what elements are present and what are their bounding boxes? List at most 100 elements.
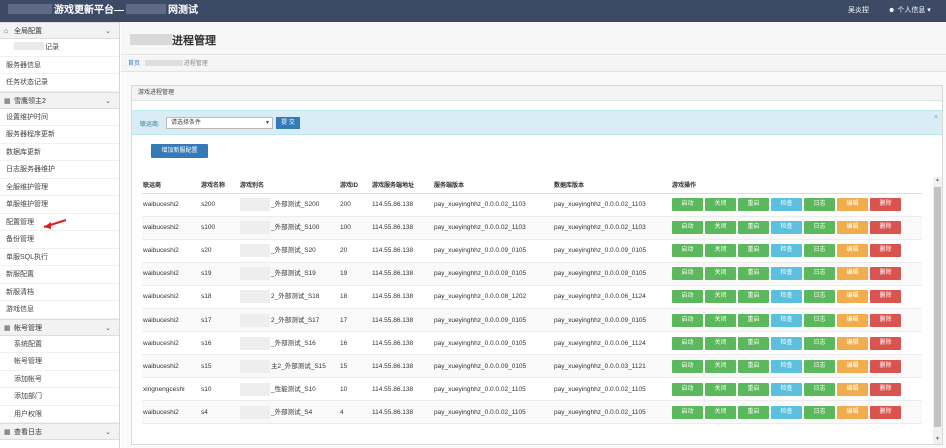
action-button-0[interactable]: 启动 (672, 382, 703, 396)
sidebar-section-logs[interactable]: ▦ 查看日志 ⌄ (0, 423, 119, 440)
scroll-up-icon[interactable]: ▲ (933, 177, 942, 185)
close-icon[interactable]: × (934, 114, 938, 121)
action-button-4[interactable]: 日志 (804, 267, 835, 281)
action-button-0[interactable]: 启动 (672, 359, 703, 373)
sidebar-item-task-status[interactable]: 任务状态记录 (0, 74, 119, 92)
sidebar-item-maintenance-time[interactable]: 设置维护时间 (0, 109, 119, 126)
action-button-4[interactable]: 日志 (804, 244, 835, 258)
action-button-3[interactable]: 检查 (771, 313, 802, 327)
sidebar-section-account[interactable]: ▦ 帐号管理 ⌄ (0, 318, 119, 336)
action-button-1[interactable]: 关闭 (705, 267, 736, 281)
action-button-3[interactable]: 检查 (771, 405, 802, 419)
action-button-2[interactable]: 重启 (738, 198, 769, 212)
action-button-6[interactable]: 删除 (870, 313, 901, 327)
action-button-1[interactable]: 关闭 (705, 221, 736, 235)
action-button-1[interactable]: 关闭 (705, 336, 736, 350)
action-button-1[interactable]: 关闭 (705, 290, 736, 304)
operator-select[interactable]: 请选择条件 ▾ (166, 117, 273, 129)
action-button-3[interactable]: 检查 (771, 244, 802, 258)
action-button-1[interactable]: 关闭 (705, 382, 736, 396)
action-button-2[interactable]: 重启 (738, 267, 769, 281)
action-button-6[interactable]: 删除 (870, 244, 901, 258)
action-button-1[interactable]: 关闭 (705, 405, 736, 419)
action-button-2[interactable]: 重启 (738, 290, 769, 304)
action-button-0[interactable]: 启动 (672, 267, 703, 281)
action-button-4[interactable]: 日志 (804, 336, 835, 350)
action-button-3[interactable]: 检查 (771, 267, 802, 281)
sidebar-item-single-maintenance[interactable]: 单服维护管理 (0, 196, 119, 214)
action-button-3[interactable]: 检查 (771, 290, 802, 304)
action-button-6[interactable]: 删除 (870, 267, 901, 281)
action-button-1[interactable]: 关闭 (705, 359, 736, 373)
action-button-5[interactable]: 编辑 (837, 336, 868, 350)
action-button-6[interactable]: 删除 (870, 359, 901, 373)
action-button-6[interactable]: 删除 (870, 198, 901, 212)
action-button-0[interactable]: 启动 (672, 244, 703, 258)
sidebar-item-all-maintenance[interactable]: 全服维护管理 (0, 179, 119, 196)
action-button-6[interactable]: 删除 (870, 290, 901, 304)
action-button-3[interactable]: 检查 (771, 359, 802, 373)
action-button-5[interactable]: 编辑 (837, 221, 868, 235)
action-button-5[interactable]: 编辑 (837, 313, 868, 327)
action-button-5[interactable]: 编辑 (837, 290, 868, 304)
action-button-2[interactable]: 重启 (738, 221, 769, 235)
sidebar-section-game[interactable]: ▦ 雪鹰领主2 ⌄ (0, 91, 119, 109)
action-button-4[interactable]: 日志 (804, 359, 835, 373)
action-button-6[interactable]: 删除 (870, 336, 901, 350)
action-button-5[interactable]: 编辑 (837, 267, 868, 281)
action-button-5[interactable]: 编辑 (837, 405, 868, 419)
sidebar-item-add-department[interactable]: 添加部门 (0, 388, 119, 406)
action-button-2[interactable]: 重启 (738, 382, 769, 396)
action-button-2[interactable]: 重启 (738, 359, 769, 373)
action-button-1[interactable]: 关闭 (705, 198, 736, 212)
action-button-4[interactable]: 日志 (804, 405, 835, 419)
action-button-0[interactable]: 启动 (672, 198, 703, 212)
sidebar-item-account-manage[interactable]: 帐号管理 (0, 353, 119, 371)
action-button-4[interactable]: 日志 (804, 290, 835, 304)
sidebar-item-db-update[interactable]: 数据库更新 (0, 144, 119, 161)
action-button-6[interactable]: 删除 (870, 405, 901, 419)
table-scrollbar[interactable]: ▲ ▼ (933, 177, 942, 444)
breadcrumb-home[interactable]: 首页 (128, 61, 140, 67)
action-button-3[interactable]: 检查 (771, 336, 802, 350)
sidebar-item-server-info[interactable]: 服务器信息 (0, 57, 119, 74)
action-button-0[interactable]: 启动 (672, 405, 703, 419)
action-button-6[interactable]: 删除 (870, 382, 901, 396)
action-button-4[interactable]: 日志 (804, 198, 835, 212)
action-button-0[interactable]: 启动 (672, 221, 703, 235)
action-button-3[interactable]: 检查 (771, 221, 802, 235)
action-button-0[interactable]: 启动 (672, 290, 703, 304)
scrollbar-thumb[interactable] (934, 187, 941, 427)
action-button-5[interactable]: 编辑 (837, 382, 868, 396)
action-button-5[interactable]: 编辑 (837, 359, 868, 373)
sidebar-item-system-config[interactable]: 系统配置 (0, 336, 119, 353)
action-button-4[interactable]: 日志 (804, 313, 835, 327)
action-button-2[interactable]: 重启 (738, 313, 769, 327)
submit-button[interactable]: 提 交 (276, 117, 300, 129)
sidebar-item-user-permissions[interactable]: 用户权限 (0, 406, 119, 423)
user-name[interactable]: 吴炎捏 (848, 0, 869, 22)
action-button-2[interactable]: 重启 (738, 405, 769, 419)
sidebar-item-log[interactable]: 记录 (0, 39, 119, 57)
sidebar-item-new-config[interactable]: 新服配置 (0, 266, 119, 284)
sidebar-item-log-server[interactable]: 日志服务器维护 (0, 161, 119, 179)
action-button-4[interactable]: 日志 (804, 221, 835, 235)
action-button-2[interactable]: 重启 (738, 336, 769, 350)
scroll-down-icon[interactable]: ▼ (933, 436, 942, 444)
sidebar-item-game-info[interactable]: 游戏信息 (0, 301, 119, 319)
sidebar-section-global[interactable]: ⌂ 全局配置 ⌄ (0, 22, 119, 39)
user-menu[interactable]: ☻ 个人信息 ▾ (888, 0, 931, 22)
action-button-1[interactable]: 关闭 (705, 244, 736, 258)
action-button-5[interactable]: 编辑 (837, 244, 868, 258)
action-button-5[interactable]: 编辑 (837, 198, 868, 212)
action-button-0[interactable]: 启动 (672, 313, 703, 327)
action-button-6[interactable]: 删除 (870, 221, 901, 235)
sidebar-item-server-update[interactable]: 服务器程序更新 (0, 126, 119, 144)
sidebar-item-add-account[interactable]: 添加帐号 (0, 371, 119, 388)
action-button-1[interactable]: 关闭 (705, 313, 736, 327)
action-button-2[interactable]: 重启 (738, 244, 769, 258)
action-button-0[interactable]: 启动 (672, 336, 703, 350)
action-button-3[interactable]: 检查 (771, 382, 802, 396)
add-server-config-button[interactable]: 增加新服配置 (151, 144, 208, 158)
sidebar-item-new-clear[interactable]: 新服清档 (0, 284, 119, 301)
